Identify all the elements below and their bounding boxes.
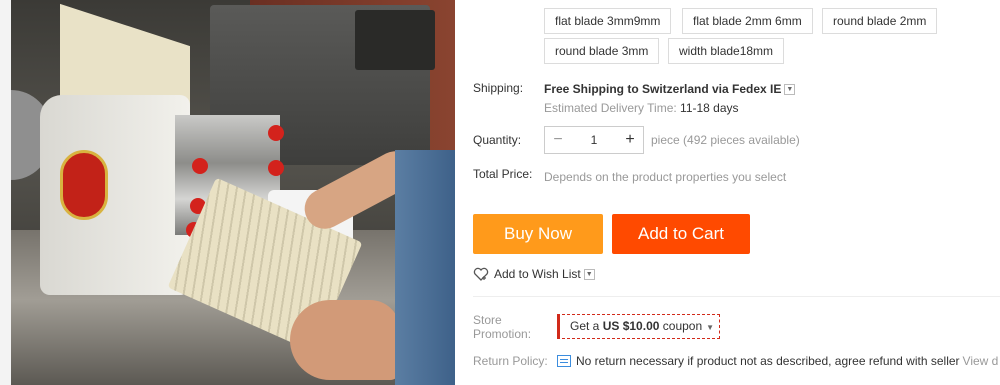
chevron-down-icon[interactable]: ▼	[583, 268, 595, 280]
photo-hand	[290, 300, 400, 380]
delivery-estimate-label: Estimated Delivery Time:	[544, 101, 677, 115]
caret-down-icon[interactable]: ▼	[706, 323, 714, 332]
return-policy-text: No return necessary if product not as de…	[576, 354, 960, 368]
coupon-amount: US $10.00	[602, 319, 660, 333]
view-details-link[interactable]: View d	[963, 354, 999, 368]
coupon-dropdown[interactable]: Get a US $10.00 coupon ▼	[557, 314, 720, 339]
shipping-method[interactable]: Free Shipping to Switzerland via Fedex I…	[544, 82, 796, 96]
product-detail-panel: flat blade 3mm9mm flat blade 2mm 6mm rou…	[455, 0, 1000, 385]
photo-knob	[192, 158, 208, 174]
buy-now-button[interactable]: Buy Now	[473, 214, 603, 254]
store-promotion-label: Store Promotion:	[473, 313, 532, 341]
sku-option[interactable]: flat blade 2mm 6mm	[682, 8, 813, 34]
quantity-stepper[interactable]: − 1 +	[544, 126, 644, 154]
return-policy-label: Return Policy:	[473, 354, 548, 368]
product-image[interactable]	[0, 0, 455, 385]
sku-option[interactable]: flat blade 3mm9mm	[544, 8, 672, 34]
sku-option[interactable]: round blade 2mm	[822, 8, 938, 34]
photo-knob	[268, 160, 284, 176]
wishlist-label[interactable]: Add to Wish List	[494, 267, 581, 281]
heart-icon	[473, 267, 489, 281]
shipping-method-text[interactable]: Free Shipping to Switzerland via Fedex I…	[544, 82, 781, 96]
coupon-prefix: Get a	[570, 319, 600, 333]
total-price-label: Total Price:	[473, 167, 533, 181]
photo-machine-logo	[60, 150, 108, 220]
total-price-note: Depends on the product properties you se…	[544, 170, 787, 184]
add-to-wishlist[interactable]: Add to Wish List ▼	[473, 267, 595, 281]
chevron-down-icon[interactable]: ▼	[784, 84, 796, 96]
quantity-available: piece (492 pieces available)	[651, 133, 800, 147]
photo-control-panel	[355, 10, 435, 70]
quantity-increase-button[interactable]: +	[617, 127, 643, 153]
image-border	[0, 0, 11, 385]
quantity-label: Quantity:	[473, 133, 522, 147]
sku-option[interactable]: width blade18mm	[668, 38, 785, 64]
quantity-decrease-button[interactable]: −	[545, 127, 571, 153]
quantity-input[interactable]: 1	[571, 127, 617, 153]
delivery-estimate-value: 11-18 days	[680, 101, 739, 115]
policy-icon	[557, 355, 571, 367]
delivery-estimate: Estimated Delivery Time: 11-18 days	[544, 101, 739, 115]
add-to-cart-button[interactable]: Add to Cart	[612, 214, 750, 254]
return-policy: No return necessary if product not as de…	[557, 354, 998, 368]
sku-option[interactable]: round blade 3mm	[544, 38, 660, 64]
coupon-suffix: coupon	[662, 319, 703, 333]
divider	[473, 296, 1000, 297]
shipping-label: Shipping:	[473, 81, 524, 95]
photo-knob	[268, 125, 284, 141]
photo-sleeve	[395, 150, 455, 385]
